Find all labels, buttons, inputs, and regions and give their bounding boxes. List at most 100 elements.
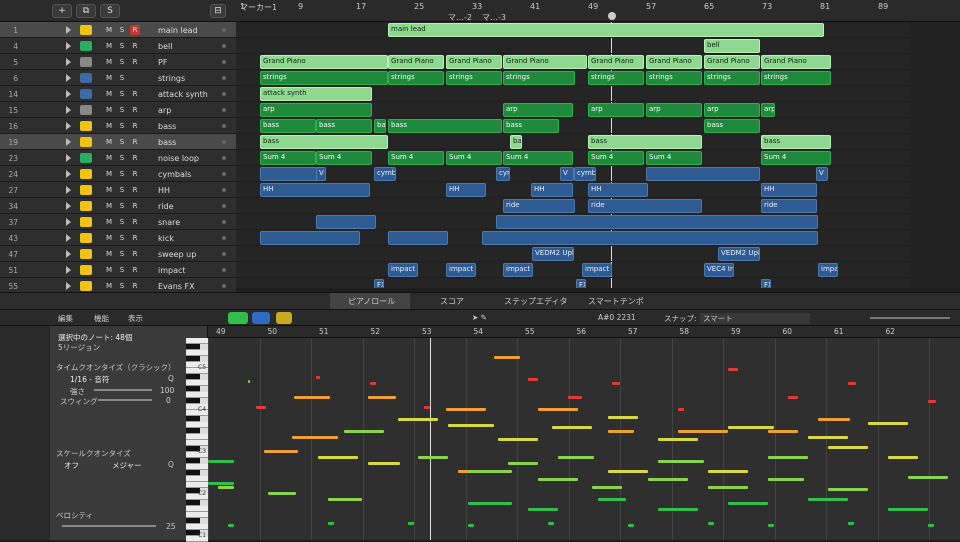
record-enable-button[interactable]: R [130,41,140,51]
midi-note[interactable] [828,446,868,449]
track-row[interactable]: 34 M S Rride [0,198,236,214]
midi-note[interactable] [228,524,234,527]
solo-button[interactable]: S [117,281,127,291]
track-row[interactable]: 5 M S R PF [0,54,236,70]
region[interactable]: HH [588,183,648,197]
record-enable-button[interactable]: R [130,169,140,179]
scale-quantize-button[interactable]: Q [168,460,174,469]
region[interactable]: strings [646,71,702,85]
region[interactable]: HH [260,183,370,197]
disclosure-triangle-icon[interactable] [66,74,71,82]
midi-note[interactable] [292,436,338,439]
midi-note[interactable] [848,522,854,525]
record-enable-button[interactable]: R [130,105,140,115]
region[interactable]: strings [446,71,502,85]
region[interactable]: VEDM2 Upl [532,247,574,261]
midi-note[interactable] [558,456,594,459]
region[interactable]: strings [503,71,575,85]
midi-note[interactable] [218,486,234,489]
region[interactable]: Sum 4 [503,151,573,165]
mute-button[interactable]: M [104,73,114,83]
midi-note[interactable] [708,470,748,473]
region[interactable]: V [816,167,828,181]
region[interactable]: bas [510,135,522,149]
vertical-scroll-area[interactable] [910,22,960,288]
record-enable-button[interactable]: R [130,89,140,99]
region[interactable]: Grand Piano [388,55,444,69]
region[interactable]: Sum 4 [316,151,372,165]
piano-roll-ruler[interactable]: 49 50 51 52 53 54 55 56 57 58 59 60 61 62 [208,326,960,338]
midi-note[interactable] [708,486,748,489]
solo-button[interactable]: S [117,153,127,163]
snap-select[interactable]: スマート [700,313,810,324]
region[interactable]: impact [582,263,612,277]
mute-button[interactable]: M [104,249,114,259]
track-row[interactable]: 4 M S Rbell [0,38,236,54]
midi-note[interactable] [446,408,486,411]
midi-note[interactable] [768,524,774,527]
region[interactable]: bass [761,135,831,149]
track-row[interactable]: 24 M S Rcymbals [0,166,236,182]
edit-menu[interactable]: 編集 [58,313,73,324]
region[interactable]: impact [446,263,476,277]
midi-note[interactable] [608,416,638,419]
region[interactable]: bass [588,135,702,149]
solo-button[interactable]: S [117,25,127,35]
mute-button[interactable]: M [104,233,114,243]
midi-note[interactable] [788,396,798,399]
record-enable-button[interactable]: R [130,265,140,275]
midi-note[interactable] [328,498,362,501]
midi-in-icon[interactable] [228,312,248,324]
region[interactable]: bas [374,119,386,133]
record-enable-button[interactable]: R [130,57,140,67]
midi-note[interactable] [264,450,298,453]
region[interactable]: Grand Piano [646,55,702,69]
region[interactable] [316,215,376,229]
region[interactable]: impact [503,263,533,277]
region[interactable]: Grand Piano [503,55,587,69]
record-enable-button[interactable]: R [130,25,140,35]
mute-button[interactable]: M [104,153,114,163]
tab-step-editor[interactable]: ステップエディタ [504,296,567,307]
record-enable-button[interactable]: R [130,281,140,291]
solo-global-button[interactable]: S [100,4,120,18]
track-row[interactable]: 43 M S Rkick [0,230,236,246]
midi-note[interactable] [658,508,698,511]
region[interactable]: strings [388,71,444,85]
midi-note[interactable] [768,430,798,433]
record-enable-button[interactable]: R [130,217,140,227]
solo-button[interactable]: S [117,57,127,67]
midi-note[interactable] [418,456,448,459]
record-enable-button[interactable]: R [130,233,140,243]
solo-button[interactable]: S [117,105,127,115]
midi-note[interactable] [888,508,928,511]
midi-note[interactable] [552,426,592,429]
midi-note[interactable] [848,382,856,385]
scale-type-select[interactable]: メジャー [112,460,142,471]
solo-button[interactable]: S [117,41,127,51]
midi-note[interactable] [248,380,250,383]
midi-note[interactable] [868,422,908,425]
track-row[interactable]: 1 M S Rmain lead [0,22,236,38]
region[interactable]: strings [704,71,760,85]
region[interactable] [260,231,360,245]
region[interactable]: Sum 4 [761,151,831,165]
region[interactable] [646,167,760,181]
disclosure-triangle-icon[interactable] [66,122,71,130]
midi-note[interactable] [808,498,848,501]
region[interactable]: cymba [574,167,596,181]
midi-note[interactable] [208,460,234,463]
midi-note[interactable] [768,456,808,459]
region[interactable]: strings [761,71,831,85]
track-row[interactable]: 51 M S Rimpact [0,262,236,278]
midi-note[interactable] [528,378,538,381]
midi-note[interactable] [368,396,396,399]
mute-button[interactable]: M [104,89,114,99]
mute-button[interactable]: M [104,121,114,131]
region[interactable] [388,231,448,245]
region[interactable]: arp [588,103,644,117]
mute-button[interactable]: M [104,57,114,67]
disclosure-triangle-icon[interactable] [66,170,71,178]
region[interactable]: impact [388,263,418,277]
midi-note[interactable] [728,502,768,505]
